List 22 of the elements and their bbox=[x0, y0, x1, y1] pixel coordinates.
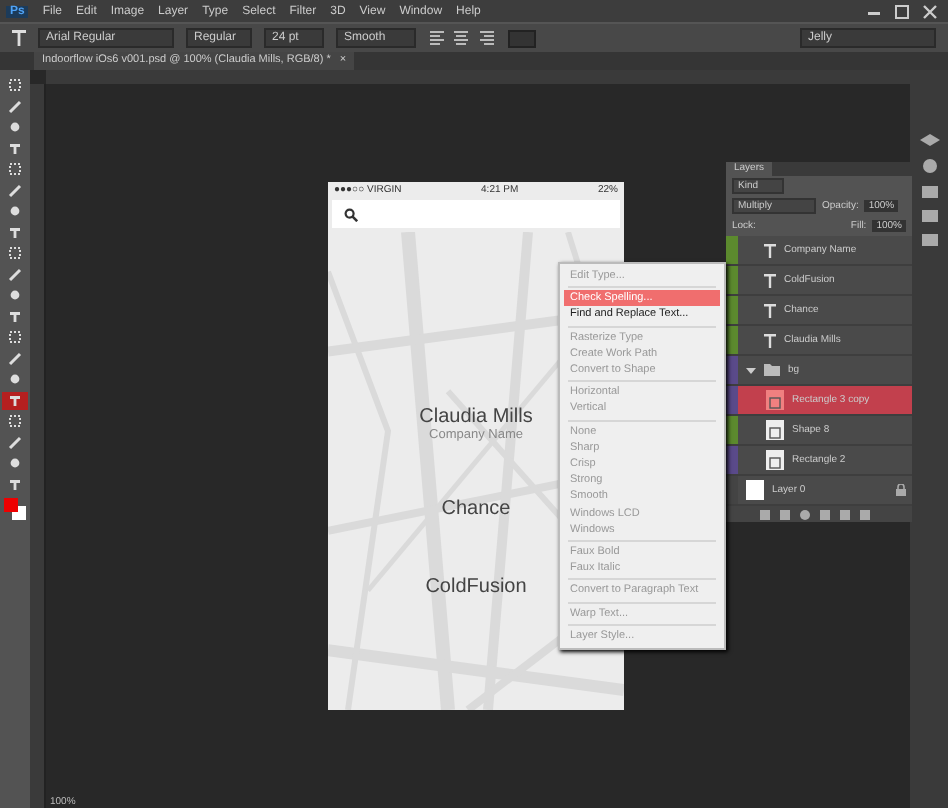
contact-name-text: ColdFusion bbox=[425, 576, 527, 598]
align-icon[interactable] bbox=[428, 30, 496, 46]
color-swatches-icon[interactable] bbox=[2, 496, 28, 522]
expand-arrow-icon[interactable] bbox=[746, 365, 756, 375]
shape-thumbnail-icon bbox=[766, 450, 784, 470]
text-layer-icon bbox=[764, 243, 776, 257]
shape-thumbnail-icon bbox=[766, 420, 784, 440]
shape-thumbnail-icon bbox=[766, 390, 784, 410]
panel-dock-icon[interactable] bbox=[917, 130, 941, 250]
color-swatch[interactable] bbox=[508, 29, 536, 47]
folder-icon bbox=[764, 364, 780, 376]
tool-icon[interactable] bbox=[2, 391, 28, 409]
layer-thumbnail-icon bbox=[746, 480, 764, 500]
text-layer-icon bbox=[764, 273, 776, 287]
search-icon bbox=[344, 207, 358, 221]
window-controls-icon[interactable] bbox=[862, 3, 942, 19]
contact-name-text: Chance bbox=[441, 498, 511, 520]
contact-name-text: Claudia Mills bbox=[419, 406, 533, 428]
text-layer-icon bbox=[764, 333, 776, 347]
type-tool-icon[interactable] bbox=[12, 30, 26, 46]
search-field[interactable] bbox=[332, 200, 620, 228]
text-layer-icon bbox=[764, 303, 776, 317]
